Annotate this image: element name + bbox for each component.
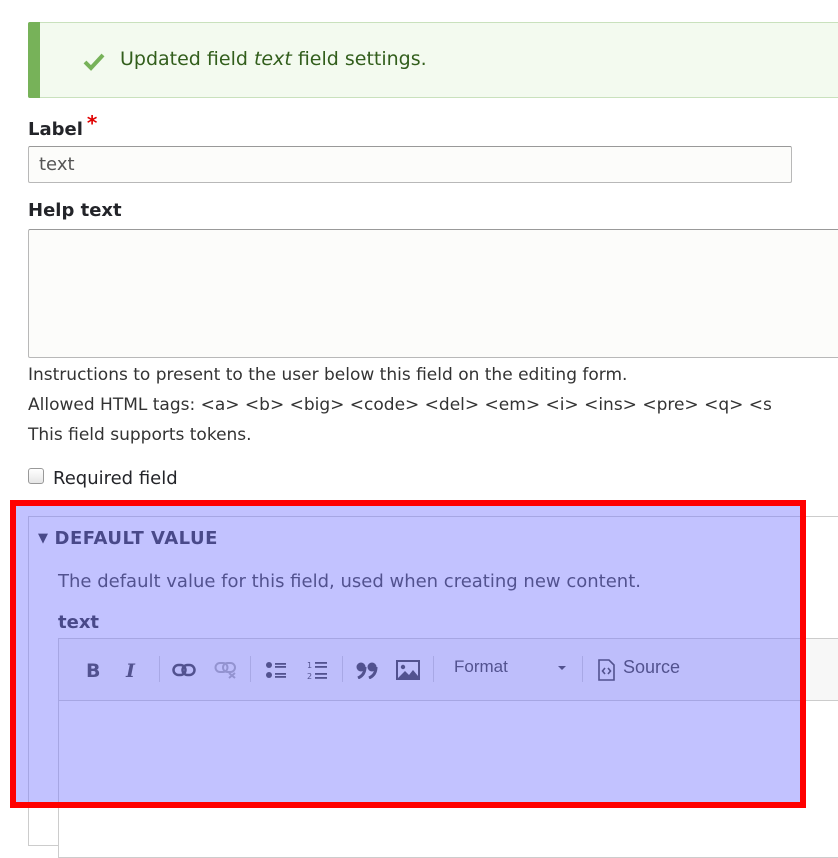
- required-marker: *: [86, 111, 98, 135]
- status-field-name: text: [253, 48, 292, 70]
- help-text-textarea[interactable]: [28, 229, 838, 358]
- tokens-note: This field supports tokens.: [28, 425, 252, 445]
- label-input[interactable]: [28, 146, 792, 183]
- status-text: Updated field text field settings.: [120, 48, 427, 70]
- label-text: Label: [28, 119, 83, 140]
- label-field-label: Label *: [28, 111, 97, 140]
- highlight-overlay: [10, 500, 806, 808]
- required-field-label[interactable]: Required field: [53, 468, 178, 489]
- allowed-html-tags: Allowed HTML tags: <a> <b> <big> <code> …: [28, 395, 772, 415]
- status-accent-bar: [28, 22, 40, 98]
- help-text-description: Instructions to present to the user belo…: [28, 365, 628, 385]
- status-message: Updated field text field settings.: [28, 22, 838, 98]
- status-suffix: field settings.: [291, 48, 427, 70]
- check-icon: [83, 53, 105, 71]
- required-field-checkbox[interactable]: [28, 468, 44, 484]
- help-text-label: Help text: [28, 200, 122, 221]
- status-prefix: Updated field: [120, 48, 254, 70]
